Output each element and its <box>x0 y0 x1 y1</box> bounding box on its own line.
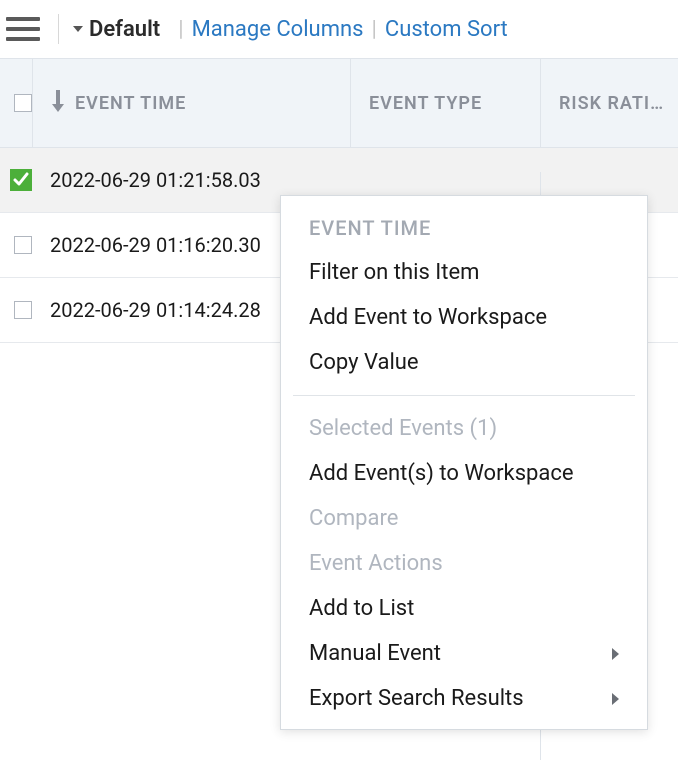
menu-item-export-search-results[interactable]: Export Search Results <box>281 676 647 721</box>
menu-section-header-selected-events: Selected Events (1) <box>281 406 647 451</box>
cell-event-time: 2022-06-29 01:21:58.03 <box>32 168 350 192</box>
chevron-right-icon <box>612 693 619 705</box>
column-header-label: RISK RATI… <box>559 93 664 114</box>
menu-item-add-to-list[interactable]: Add to List <box>281 586 647 631</box>
column-header-label: EVENT TYPE <box>369 93 482 114</box>
menu-section-header: EVENT TIME <box>281 208 647 250</box>
row-checkbox[interactable] <box>14 301 32 319</box>
column-header-event-type[interactable]: EVENT TYPE <box>350 59 540 147</box>
select-all-checkbox[interactable] <box>14 94 32 112</box>
row-checkbox[interactable] <box>14 236 32 254</box>
menu-item-filter[interactable]: Filter on this Item <box>281 250 647 295</box>
separator: | <box>178 17 183 42</box>
separator <box>58 14 59 44</box>
menu-section-header-event-actions: Event Actions <box>281 541 647 586</box>
column-header-event-time[interactable]: EVENT TIME <box>32 59 350 147</box>
menu-item-compare: Compare <box>281 496 647 541</box>
top-bar: Default | Manage Columns | Custom Sort <box>0 0 678 58</box>
chevron-down-icon[interactable] <box>73 26 83 32</box>
row-checkbox-cell <box>0 148 32 212</box>
header-checkbox-cell <box>0 59 32 147</box>
menu-divider <box>293 395 635 396</box>
custom-sort-link[interactable]: Custom Sort <box>385 17 508 42</box>
menu-item-copy-value[interactable]: Copy Value <box>281 340 647 385</box>
menu-item-add-events-to-workspace[interactable]: Add Event(s) to Workspace <box>281 451 647 496</box>
checkbox-checked-icon[interactable] <box>10 169 32 191</box>
table-header: EVENT TIME EVENT TYPE RISK RATI… <box>0 58 678 148</box>
row-checkbox-cell <box>0 213 32 277</box>
manage-columns-link[interactable]: Manage Columns <box>192 17 364 42</box>
chevron-right-icon <box>612 648 619 660</box>
column-header-risk-rating[interactable]: RISK RATI… <box>540 59 678 147</box>
sort-descending-icon <box>51 90 65 116</box>
row-checkbox-cell <box>0 278 32 342</box>
context-menu: EVENT TIME Filter on this Item Add Event… <box>280 195 648 730</box>
column-header-label: EVENT TIME <box>75 93 186 114</box>
preset-dropdown-label[interactable]: Default <box>89 17 160 42</box>
menu-item-add-event-to-workspace[interactable]: Add Event to Workspace <box>281 295 647 340</box>
separator: | <box>372 17 377 42</box>
hamburger-menu-icon[interactable] <box>6 12 40 46</box>
menu-item-manual-event[interactable]: Manual Event <box>281 631 647 676</box>
